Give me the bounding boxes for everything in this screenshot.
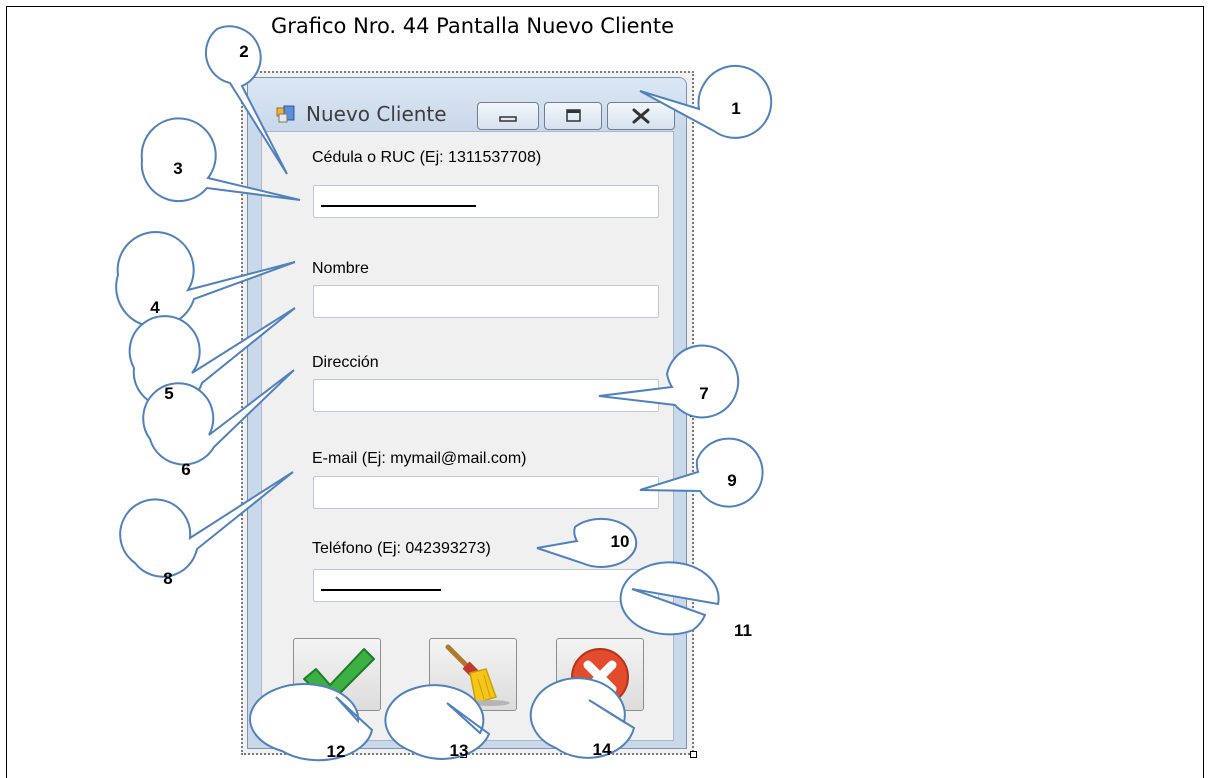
- callout-label: 14: [592, 740, 612, 759]
- callout-label: 2: [239, 42, 249, 61]
- callout-label: 13: [449, 741, 469, 760]
- callout-bubble: [119, 471, 294, 578]
- callout-label: 4: [150, 298, 160, 317]
- callout-label: 8: [163, 569, 173, 588]
- callout-label: 5: [164, 384, 174, 403]
- callout-label: 11: [734, 621, 752, 640]
- callout-label: 6: [181, 460, 191, 479]
- callout-label: 12: [326, 742, 346, 761]
- callout-bubble: [619, 561, 720, 636]
- callout-label: 7: [699, 384, 709, 403]
- callout-label: 10: [610, 532, 630, 551]
- callout-label: 1: [731, 99, 741, 118]
- callout-label: 9: [727, 471, 737, 490]
- callout-bubble: [598, 344, 740, 419]
- callout-label: 3: [173, 159, 183, 178]
